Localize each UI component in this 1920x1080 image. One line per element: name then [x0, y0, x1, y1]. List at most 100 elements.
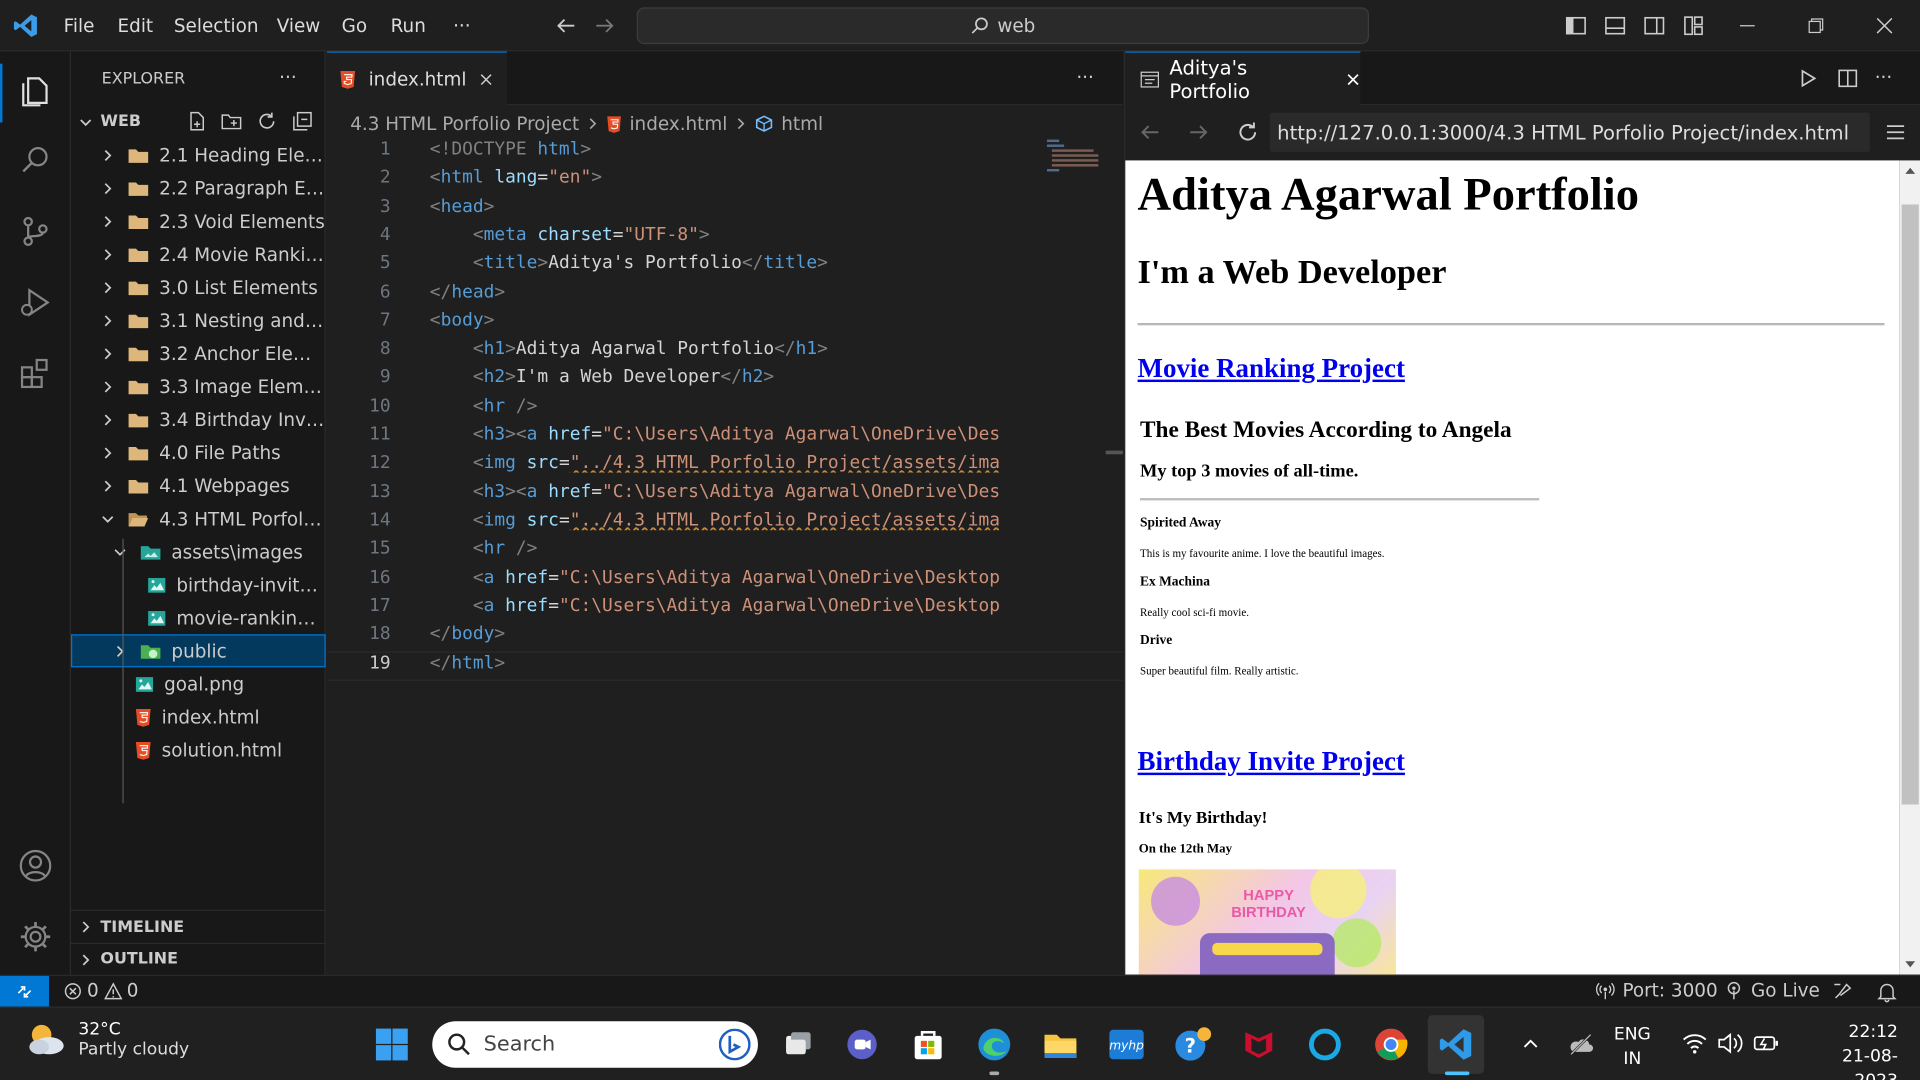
customize-layout-icon[interactable]	[1682, 15, 1704, 37]
tab-browser-preview[interactable]: Aditya's Portfolio	[1125, 51, 1361, 106]
notifications-bell-icon[interactable]	[1876, 981, 1898, 1003]
explorer-item[interactable]: 3.1 Nesting and I...	[71, 304, 326, 337]
breadcrumb-symbol[interactable]: html	[781, 113, 823, 135]
close-tab-icon[interactable]	[479, 72, 494, 87]
search-icon[interactable]	[15, 140, 57, 182]
explorer-item[interactable]: 3.4 Birthday Invite...	[71, 403, 326, 436]
breadcrumb-folder[interactable]: 4.3 HTML Porfolio Project	[350, 113, 579, 135]
birthday-invite-link[interactable]: Birthday Invite Project	[1138, 746, 1405, 778]
menu-file[interactable]: File	[64, 15, 95, 37]
browser-more-actions[interactable]: ···	[1875, 66, 1893, 88]
explorer-item[interactable]: 3.2 Anchor Eleme...	[71, 337, 326, 370]
editor-scrollbar[interactable]	[1105, 450, 1123, 455]
onedrive-icon[interactable]	[1567, 1032, 1594, 1056]
explorer-item[interactable]: assets\images	[71, 535, 326, 568]
weather-widget[interactable]: 32°C Partly cloudy	[24, 1020, 189, 1059]
refresh-icon[interactable]	[256, 110, 278, 132]
explorer-more-button[interactable]: ···	[279, 66, 297, 88]
new-file-icon[interactable]	[186, 110, 208, 132]
code-area[interactable]: 1 <!DOCTYPE html> 2 <html lang="en"> 3 <hea…	[326, 138, 1123, 974]
run-debug-icon[interactable]	[15, 282, 57, 324]
restore-icon[interactable]	[1805, 15, 1827, 37]
timeline-section-header[interactable]: TIMELINE	[71, 909, 326, 943]
minimap[interactable]	[1044, 137, 1103, 186]
new-folder-icon[interactable]	[220, 110, 242, 132]
wifi-icon[interactable]	[1682, 1032, 1707, 1054]
tab-index-html[interactable]: index.html	[326, 51, 507, 106]
explorer-item[interactable]: birthday-invite....	[71, 568, 326, 601]
menu-go[interactable]: Go	[342, 15, 367, 37]
toggle-secondary-sidebar-icon[interactable]	[1643, 15, 1665, 37]
show-hidden-icons-chevron-icon[interactable]	[1521, 1035, 1541, 1055]
mcafee-icon[interactable]	[1239, 1025, 1278, 1064]
reload-icon[interactable]	[1236, 120, 1260, 144]
toggle-primary-sidebar-icon[interactable]	[1565, 15, 1587, 37]
microsoft-store-icon[interactable]	[909, 1025, 948, 1064]
split-editor-icon[interactable]	[1837, 67, 1859, 89]
toggle-panel-icon[interactable]	[1604, 15, 1626, 37]
forward-arrow-icon[interactable]	[1187, 120, 1211, 144]
menu-run[interactable]: Run	[391, 15, 426, 37]
command-center-search[interactable]: web	[636, 7, 1369, 45]
minimize-icon[interactable]	[1736, 15, 1758, 37]
back-arrow-icon[interactable]	[553, 13, 577, 37]
back-arrow-icon[interactable]	[1138, 120, 1162, 144]
scroll-thumb[interactable]	[1901, 204, 1919, 805]
explorer-item[interactable]: 2.2 Paragraph Ele...	[71, 171, 326, 204]
go-live-button[interactable]: Go Live	[1724, 980, 1820, 1002]
vscode-icon[interactable]	[1436, 1025, 1475, 1064]
menu-more[interactable]: ···	[453, 15, 471, 37]
task-view-icon[interactable]	[779, 1025, 818, 1064]
scroll-up-icon[interactable]	[1905, 167, 1916, 174]
taskbar-search[interactable]: Search	[432, 1021, 758, 1068]
explorer-item[interactable]: 4.0 File Paths	[71, 436, 326, 469]
volume-icon[interactable]	[1717, 1032, 1744, 1054]
explorer-item[interactable]: 4.3 HTML Porfolio...	[71, 502, 326, 535]
movie-ranking-link[interactable]: Movie Ranking Project	[1138, 353, 1405, 385]
windows-start-icon[interactable]	[372, 1025, 411, 1064]
remote-indicator[interactable]	[0, 975, 49, 1007]
menu-edit[interactable]: Edit	[118, 15, 154, 37]
myhp-icon[interactable]: myhp	[1107, 1025, 1146, 1064]
settings-gear-icon[interactable]	[15, 916, 57, 958]
battery-icon[interactable]	[1753, 1032, 1780, 1054]
hamburger-menu-icon[interactable]	[1885, 121, 1907, 143]
get-help-icon[interactable]: ?	[1173, 1025, 1212, 1064]
url-input[interactable]: http://127.0.0.1:3000/4.3 HTML Porfolio …	[1269, 112, 1870, 152]
accounts-icon[interactable]	[15, 845, 57, 887]
explorer-item[interactable]: 2.3 Void Elements	[71, 204, 326, 237]
breadcrumb-file[interactable]: index.html	[629, 113, 727, 135]
close-window-icon[interactable]	[1873, 15, 1895, 37]
clock[interactable]: 22:12 21-08-2023	[1800, 1020, 1898, 1080]
explorer-item[interactable]: 2.4 Movie Rankin...	[71, 238, 326, 271]
scroll-down-icon[interactable]	[1905, 961, 1916, 968]
explorer-item[interactable]: movie-ranking....	[71, 601, 326, 634]
edge-browser-icon[interactable]	[975, 1025, 1014, 1064]
forward-arrow-icon[interactable]	[593, 13, 617, 37]
explorer-item[interactable]: public	[71, 634, 326, 668]
live-server-port[interactable]: Port: 3000	[1595, 980, 1718, 1002]
outline-section-header[interactable]: OUTLINE	[71, 942, 326, 975]
file-explorer-icon[interactable]	[1041, 1025, 1080, 1064]
explorer-item[interactable]: index.html	[71, 700, 326, 733]
run-preview-icon[interactable]	[1796, 67, 1818, 89]
cortana-icon[interactable]	[1305, 1025, 1344, 1064]
teams-chat-icon[interactable]	[842, 1025, 881, 1064]
explorer-icon[interactable]	[15, 69, 57, 111]
source-control-icon[interactable]	[15, 211, 57, 253]
explorer-item[interactable]: 2.1 Heading Elem...	[71, 138, 326, 171]
browser-scrollbar[interactable]	[1899, 160, 1920, 975]
collapse-all-icon[interactable]	[291, 110, 313, 132]
feedback-icon[interactable]	[1832, 981, 1854, 1003]
browser-viewport[interactable]: Aditya Agarwal Portfolio I'm a Web Devel…	[1125, 160, 1900, 975]
chrome-icon[interactable]	[1371, 1025, 1410, 1064]
extensions-icon[interactable]	[15, 353, 57, 395]
menu-view[interactable]: View	[277, 15, 321, 37]
problems-indicator[interactable]: 0 0	[64, 980, 138, 1002]
explorer-item[interactable]: 3.3 Image Elements	[71, 370, 326, 403]
explorer-item[interactable]: goal.png	[71, 667, 326, 700]
close-tab-icon[interactable]	[1346, 72, 1361, 87]
editor-more-actions[interactable]: ···	[1076, 66, 1094, 88]
menu-selection[interactable]: Selection	[174, 15, 259, 37]
input-language[interactable]: ENG IN	[1614, 1022, 1651, 1071]
